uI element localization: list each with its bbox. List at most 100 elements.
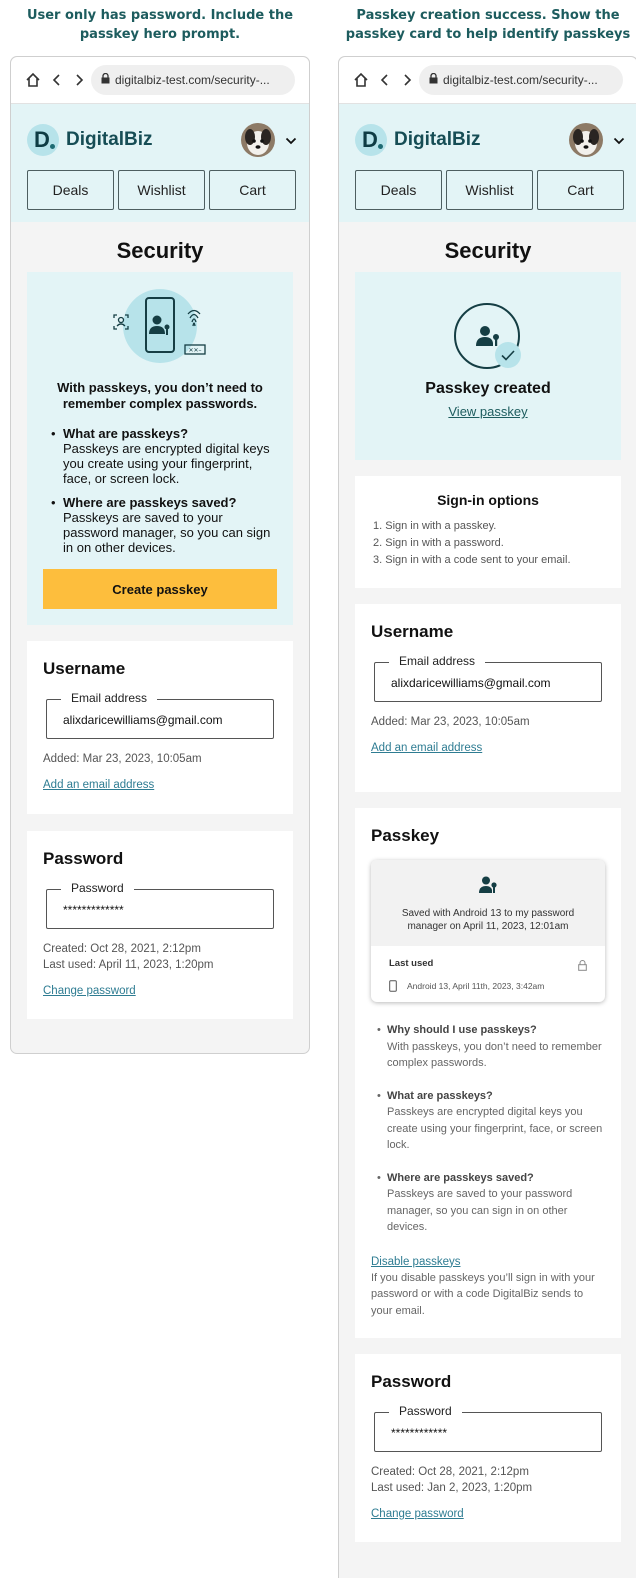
list-item: 1. Sign in with a passkey.	[373, 520, 497, 532]
passkey-user-icon	[479, 876, 497, 893]
password-field[interactable]: Password *************	[46, 881, 274, 929]
phone-frame-left: digitalbiz-test.com/security-... D Digit…	[10, 56, 310, 1054]
hero-faq: What are passkeys?Passkeys are encrypted…	[43, 426, 277, 555]
signin-options-card: Sign-in options 1. Sign in with a passke…	[355, 476, 621, 588]
change-password-link[interactable]: Change password	[43, 985, 136, 997]
device-row: Android 13, April 11th, 2023, 3:42am	[389, 980, 587, 992]
last-used-label: Last used	[389, 958, 434, 969]
list-item: 3. Sign in with a code sent to your emai…	[373, 554, 571, 566]
faq-answer: Passkeys are encrypted digital keys you …	[63, 441, 270, 486]
tab-deals[interactable]: Deals	[27, 170, 114, 210]
field-value: alixdaricewilliams@gmail.com	[391, 676, 551, 690]
created-date: Created: Oct 28, 2021, 2:12pm	[371, 1466, 529, 1478]
caption-left: User only has password. Include the pass…	[26, 8, 294, 42]
last-used-date: Last used: Jan 2, 2023, 1:20pm	[371, 1482, 533, 1494]
field-value: ************	[391, 1426, 448, 1440]
list-item: Where are passkeys saved?Passkeys are sa…	[43, 495, 277, 555]
tab-wishlist[interactable]: Wishlist	[118, 170, 205, 210]
browser-toolbar: digitalbiz-test.com/security-...	[339, 57, 636, 104]
address-bar[interactable]: digitalbiz-test.com/security-...	[419, 65, 623, 95]
view-passkey-link[interactable]: View passkey	[355, 404, 621, 419]
faq-question: Where are passkeys saved?	[387, 1171, 534, 1184]
faq-question: Why should I use passkeys?	[387, 1024, 537, 1036]
forward-icon[interactable]	[69, 70, 89, 90]
signin-list: 1. Sign in with a passkey. 2. Sign in wi…	[373, 518, 603, 569]
back-icon[interactable]	[47, 70, 67, 90]
username-card: Username Email address alixdaricewilliam…	[27, 641, 293, 814]
passkey-card[interactable]: Saved with Android 13 to my password man…	[371, 860, 605, 1002]
home-icon[interactable]	[23, 70, 43, 90]
url-text: digitalbiz-test.com/security-...	[443, 73, 598, 87]
list-item: Where are passkeys saved?Passkeys are sa…	[371, 1170, 605, 1236]
field-label: Password	[389, 1404, 462, 1418]
passkey-hero: ✕✕– With passkeys, you don’t need to rem…	[27, 272, 293, 625]
add-email-link[interactable]: Add an email address	[371, 742, 482, 754]
phone-icon	[389, 980, 397, 992]
password-meta: Created: Oct 28, 2021, 2:12pm Last used:…	[43, 941, 277, 973]
forward-icon[interactable]	[397, 70, 417, 90]
email-field[interactable]: Email address alixdaricewilliams@gmail.c…	[46, 691, 274, 739]
section-title: Password	[371, 1372, 452, 1391]
faq-question: What are passkeys?	[387, 1089, 493, 1102]
password-field[interactable]: Password ************	[374, 1404, 602, 1452]
disable-passkeys-link[interactable]: Disable passkeys	[371, 1256, 460, 1268]
create-passkey-button[interactable]: Create passkey	[43, 569, 277, 609]
password-card: Password Password ************* Created:…	[27, 831, 293, 1019]
tab-cart[interactable]: Cart	[537, 170, 624, 210]
username-card: Username Email address alixdaricewilliam…	[355, 604, 621, 792]
phone-frame-right: digitalbiz-test.com/security-... D Digit…	[338, 56, 636, 1578]
section-title: Username	[371, 622, 454, 641]
avatar[interactable]	[569, 123, 603, 157]
signin-title: Sign-in options	[437, 492, 539, 508]
brand-logo[interactable]: D DigitalBiz	[355, 124, 481, 156]
field-value: alixdaricewilliams@gmail.com	[63, 713, 223, 727]
disable-note: If you disable passkeys you’ll sign in w…	[371, 1271, 595, 1317]
lock-icon	[101, 65, 110, 95]
faq-question: What are passkeys?	[63, 426, 189, 441]
password-card: Password Password ************ Created: …	[355, 1354, 621, 1542]
page-title: Security	[116, 238, 204, 263]
nav-tabs: Deals Wishlist Cart	[27, 170, 296, 210]
faq-answer: With passkeys, you don’t need to remembe…	[387, 1040, 602, 1070]
email-field[interactable]: Email address alixdaricewilliams@gmail.c…	[374, 654, 602, 702]
field-label: Password	[61, 881, 134, 895]
logo-mark: D	[27, 124, 59, 156]
tab-cart[interactable]: Cart	[209, 170, 296, 210]
passkey-section: Passkey Saved with Android 13 to my pass…	[355, 808, 621, 1338]
last-used-date: Last used: April 11, 2023, 1:20pm	[43, 959, 214, 971]
brand-name: DigitalBiz	[394, 129, 481, 150]
svg-text:✕✕–: ✕✕–	[188, 347, 201, 354]
added-date: Added: Mar 23, 2023, 10:05am	[371, 716, 530, 728]
tab-wishlist[interactable]: Wishlist	[446, 170, 533, 210]
chevron-down-icon[interactable]	[285, 133, 297, 151]
brand-logo[interactable]: D DigitalBiz	[27, 124, 153, 156]
list-item: Why should I use passkeys? With passkeys,…	[371, 1022, 605, 1072]
success-title: Passkey created	[425, 380, 551, 397]
add-email-link[interactable]: Add an email address	[43, 779, 154, 791]
faq-answer: Passkeys are saved to your password mana…	[63, 510, 271, 555]
list-item: What are passkeys?Passkeys are encrypted…	[43, 426, 277, 486]
change-password-link[interactable]: Change password	[371, 1508, 464, 1520]
checkmark-icon	[495, 342, 521, 368]
field-label: Email address	[61, 691, 158, 705]
address-bar[interactable]: digitalbiz-test.com/security-...	[91, 65, 295, 95]
added-date: Added: Mar 23, 2023, 10:05am	[43, 753, 202, 765]
logo-mark: D	[355, 124, 387, 156]
tab-deals[interactable]: Deals	[355, 170, 442, 210]
lock-icon	[578, 958, 587, 976]
device-text: Android 13, April 11th, 2023, 3:42am	[407, 981, 545, 991]
faq-question: Where are passkeys saved?	[63, 495, 237, 510]
site-header: D DigitalBiz Deals Wishlist Cart	[11, 104, 309, 222]
list-item: 2. Sign in with a password.	[373, 537, 504, 549]
home-icon[interactable]	[351, 70, 371, 90]
brand-name: DigitalBiz	[66, 129, 153, 150]
avatar[interactable]	[241, 123, 275, 157]
browser-toolbar: digitalbiz-test.com/security-...	[11, 57, 309, 104]
passkey-faq: Why should I use passkeys? With passkeys,…	[371, 1022, 605, 1236]
back-icon[interactable]	[375, 70, 395, 90]
chevron-down-icon[interactable]	[613, 133, 625, 151]
passkey-success-banner: Passkey created View passkey	[355, 272, 621, 460]
nav-tabs: Deals Wishlist Cart	[355, 170, 624, 210]
section-title: Passkey	[371, 826, 440, 845]
url-text: digitalbiz-test.com/security-...	[115, 73, 270, 87]
